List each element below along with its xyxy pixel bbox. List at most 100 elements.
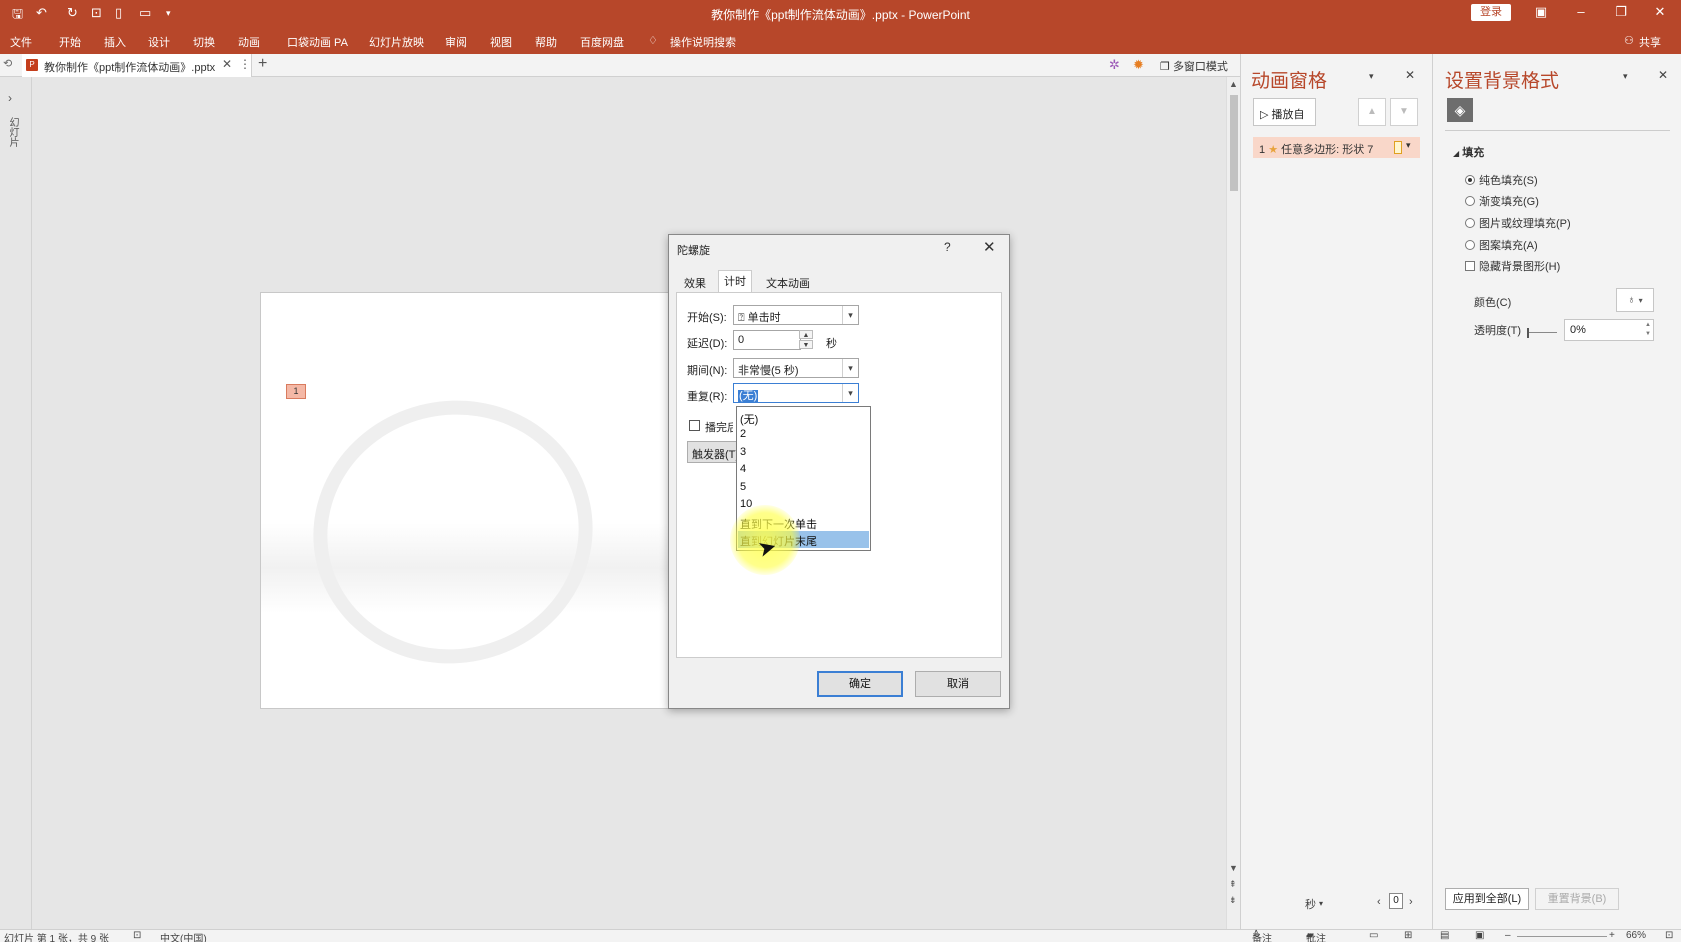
scroll-down-icon[interactable]: ▼ bbox=[1229, 863, 1238, 873]
zoom-out-icon[interactable]: – bbox=[1505, 930, 1511, 941]
radio-unchecked[interactable] bbox=[1465, 196, 1475, 206]
repeat-select[interactable]: (无) ▾ bbox=[733, 383, 859, 403]
accessibility-icon[interactable]: ⊡ bbox=[133, 930, 141, 941]
picture-fill-option[interactable]: 图片或纹理填充(P) bbox=[1465, 215, 1571, 231]
reading-view-icon[interactable]: ▤ bbox=[1440, 930, 1449, 941]
pane-options-icon[interactable]: ▾ bbox=[1369, 71, 1374, 82]
list-item[interactable]: 5 bbox=[738, 479, 869, 496]
tab-pocket-animation[interactable]: 口袋动画 PA bbox=[287, 34, 348, 50]
zoom-level[interactable]: 66% bbox=[1626, 930, 1646, 941]
share-button[interactable]: 共享 bbox=[1639, 34, 1661, 50]
tab-view[interactable]: 视图 bbox=[490, 34, 512, 50]
normal-view-icon[interactable]: ▭ bbox=[1369, 930, 1378, 941]
ring-shape[interactable] bbox=[288, 374, 618, 690]
fit-slide-icon[interactable]: ⊡ bbox=[1665, 930, 1673, 941]
restore-icon[interactable]: ❐ bbox=[1609, 4, 1633, 20]
tab-design[interactable]: 设计 bbox=[148, 34, 170, 50]
tab-insert[interactable]: 插入 bbox=[104, 34, 126, 50]
dialog-close-icon[interactable]: ✕ bbox=[983, 238, 996, 256]
move-down-button[interactable]: ▼ bbox=[1390, 98, 1418, 126]
checkbox-unchecked[interactable] bbox=[1465, 261, 1475, 271]
start-select[interactable]: ⍰ 单击时 ▾ bbox=[733, 305, 859, 325]
slider-handle[interactable] bbox=[1527, 328, 1529, 338]
next-slide-icon[interactable]: ⇟ bbox=[1229, 895, 1237, 906]
radio-checked[interactable] bbox=[1465, 175, 1475, 185]
seconds-dropdown[interactable]: 秒 bbox=[1305, 896, 1316, 912]
list-item[interactable]: 3 bbox=[738, 444, 869, 461]
ok-button[interactable]: 确定 bbox=[817, 671, 903, 697]
close-pane-icon[interactable]: ✕ bbox=[1658, 68, 1668, 82]
tab-help[interactable]: 帮助 bbox=[535, 34, 557, 50]
settings-gear-icon[interactable]: ✹ bbox=[1133, 57, 1144, 73]
prev-slide-icon[interactable]: ⇞ bbox=[1229, 879, 1237, 890]
magic-icon[interactable]: ✲ bbox=[1109, 57, 1120, 73]
timeline-prev-icon[interactable]: ‹ bbox=[1377, 896, 1381, 908]
ribbon-display-icon[interactable]: ▣ bbox=[1529, 4, 1553, 20]
list-item[interactable]: (无) bbox=[738, 409, 869, 426]
scroll-thumb[interactable] bbox=[1230, 95, 1238, 191]
close-window-icon[interactable]: ✕ bbox=[1648, 4, 1672, 20]
tab-text-animation[interactable]: 文本动画 bbox=[761, 273, 815, 293]
login-button[interactable]: 登录 bbox=[1471, 4, 1511, 21]
expand-chevron-icon[interactable]: › bbox=[8, 91, 12, 105]
delay-input[interactable]: 0 bbox=[733, 330, 801, 350]
color-picker-button[interactable]: ♁ ▾ bbox=[1616, 288, 1654, 312]
duration-select[interactable]: 非常慢(5 秒) ▾ bbox=[733, 358, 859, 378]
spin-down-icon[interactable]: ▼ bbox=[1645, 331, 1651, 337]
vertical-scrollbar[interactable]: ▲ ▼ ⇞ ⇟ bbox=[1226, 77, 1240, 929]
thumbnail-strip-label[interactable]: 幻灯片 bbox=[6, 117, 20, 147]
animation-list-item[interactable]: 1 ★ 任意多边形: 形状 7 ▾ bbox=[1253, 137, 1420, 158]
list-item[interactable]: 直到下一次单击 bbox=[738, 514, 869, 531]
scroll-up-icon[interactable]: ▲ bbox=[1229, 79, 1238, 89]
tab-slideshow[interactable]: 幻灯片放映 bbox=[369, 34, 424, 50]
solid-fill-option[interactable]: 纯色填充(S) bbox=[1465, 172, 1538, 188]
close-pane-icon[interactable]: ✕ bbox=[1405, 68, 1415, 82]
radio-unchecked[interactable] bbox=[1465, 218, 1475, 228]
list-item[interactable]: 4 bbox=[738, 461, 869, 478]
move-up-button[interactable]: ▲ bbox=[1358, 98, 1386, 126]
tab-timing[interactable]: 计时 bbox=[718, 270, 752, 292]
radio-unchecked[interactable] bbox=[1465, 240, 1475, 250]
slide-sorter-icon[interactable]: ⊞ bbox=[1404, 930, 1412, 941]
document-tab[interactable]: P 教你制作《ppt制作流体动画》.pptx ✕ ⋮ bbox=[22, 54, 252, 77]
tab-effect[interactable]: 效果 bbox=[679, 273, 711, 293]
rewind-checkbox[interactable] bbox=[689, 420, 700, 431]
pane-options-icon[interactable]: ▾ bbox=[1623, 71, 1628, 82]
slide[interactable]: 1 bbox=[260, 292, 680, 709]
tab-animations[interactable]: 动画 bbox=[238, 34, 260, 50]
delay-spin-up-icon[interactable]: ▲ bbox=[799, 330, 813, 339]
chevron-down-icon[interactable]: ▾ bbox=[842, 384, 858, 402]
zoom-in-icon[interactable]: + bbox=[1609, 930, 1615, 941]
slideshow-view-icon[interactable]: ▣ bbox=[1475, 930, 1484, 941]
zoom-slider[interactable] bbox=[1517, 936, 1607, 937]
tab-file[interactable]: 文件 bbox=[10, 34, 32, 50]
chevron-down-icon[interactable]: ▾ bbox=[842, 306, 858, 324]
cancel-button[interactable]: 取消 bbox=[915, 671, 1001, 697]
minimize-icon[interactable]: – bbox=[1569, 4, 1593, 19]
delay-spin-down-icon[interactable]: ▼ bbox=[799, 340, 813, 349]
multiwindow-mode-button[interactable]: ❐ 多窗口模式 bbox=[1160, 58, 1228, 74]
tab-transitions[interactable]: 切换 bbox=[193, 34, 215, 50]
animation-tag[interactable]: 1 bbox=[286, 384, 306, 399]
tab-menu-icon[interactable]: ⋮ bbox=[239, 57, 251, 71]
transparency-slider[interactable] bbox=[1527, 328, 1557, 338]
tab-home[interactable]: 开始 bbox=[59, 34, 81, 50]
transparency-input[interactable]: 0% ▲ ▼ bbox=[1564, 319, 1654, 341]
chevron-down-icon[interactable]: ▾ bbox=[1406, 140, 1411, 151]
list-item[interactable]: 10 bbox=[738, 496, 869, 513]
chevron-down-icon[interactable]: ▾ bbox=[842, 359, 858, 377]
fill-bucket-icon[interactable]: ◈ bbox=[1447, 98, 1473, 122]
help-icon[interactable]: ? bbox=[944, 240, 951, 254]
hide-background-option[interactable]: 隐藏背景图形(H) bbox=[1465, 258, 1560, 274]
spin-up-icon[interactable]: ▲ bbox=[1645, 322, 1651, 328]
chevron-down-icon[interactable]: ▾ bbox=[1319, 899, 1323, 908]
language-indicator[interactable]: 中文(中国) bbox=[160, 930, 207, 942]
apply-to-all-button[interactable]: 应用到全部(L) bbox=[1445, 888, 1529, 910]
tab-history-icon[interactable]: ⟲ bbox=[3, 57, 12, 70]
list-item[interactable]: 2 bbox=[738, 426, 869, 443]
gradient-fill-option[interactable]: 渐变填充(G) bbox=[1465, 193, 1539, 209]
tab-review[interactable]: 审阅 bbox=[445, 34, 467, 50]
play-from-button[interactable]: ▷ 播放自 bbox=[1253, 98, 1316, 126]
pattern-fill-option[interactable]: 图案填充(A) bbox=[1465, 237, 1538, 253]
fill-section-header[interactable]: ◢ 填充 bbox=[1453, 144, 1484, 160]
